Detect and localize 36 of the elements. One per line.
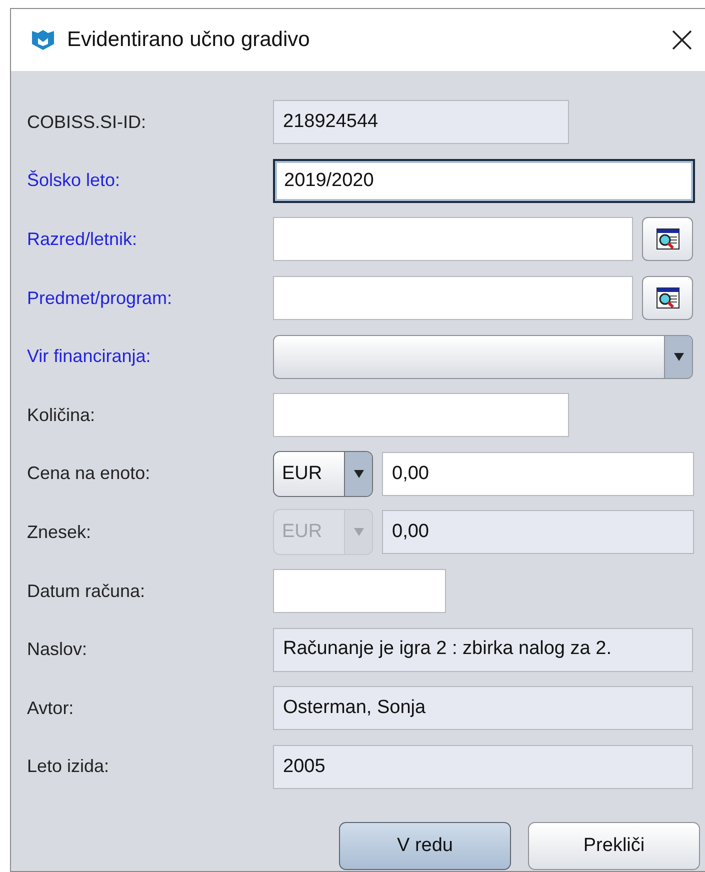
dialog-button[interactable]: V redu: [339, 822, 511, 870]
input-field[interactable]: [273, 393, 569, 438]
currency-dropdown[interactable]: EUR: [273, 450, 373, 497]
input-field[interactable]: 218924544: [273, 100, 569, 144]
field-label: Naslov:: [27, 638, 88, 662]
field-label: Znesek:: [27, 520, 92, 544]
search-list-icon: [656, 228, 680, 250]
input-field[interactable]: 0,00: [382, 452, 694, 496]
input-field[interactable]: [273, 217, 633, 262]
dropdown[interactable]: [273, 334, 693, 379]
caret-icon: [674, 352, 684, 361]
field-label: Količina:: [27, 404, 96, 427]
field-label: Razred/letnik:: [27, 228, 138, 251]
caret-icon: [354, 470, 364, 478]
input-field[interactable]: 2019/2020: [273, 158, 695, 203]
field-label: Datum računa:: [27, 580, 146, 603]
lookup-button[interactable]: [642, 276, 693, 320]
field-label: Šolsko leto:: [27, 169, 122, 192]
input-field[interactable]: [273, 276, 633, 320]
field-label: COBISS.SI-ID:: [27, 110, 148, 134]
field-label: Leto izida:: [27, 755, 110, 778]
app-logo-icon: [31, 29, 55, 51]
lookup-button[interactable]: [642, 217, 693, 262]
field-label: Vir financiranja:: [27, 345, 152, 368]
close-icon[interactable]: [671, 29, 693, 51]
input-field[interactable]: 2005: [273, 744, 693, 789]
input-field[interactable]: Osterman, Sonja: [273, 686, 693, 730]
field-label: Predmet/program:: [27, 286, 174, 310]
caret-icon: [354, 528, 364, 536]
input-field[interactable]: Računanje je igra 2 : zbirka nalog za 2.: [273, 628, 693, 672]
field-label: Avtor:: [27, 696, 75, 720]
field-label: Cena na enoto:: [27, 462, 152, 486]
dialog-button[interactable]: Prekliči: [528, 822, 700, 870]
window-title: Evidentirano učno gradivo: [67, 27, 310, 54]
input-field[interactable]: [273, 569, 446, 614]
search-list-icon: [656, 287, 680, 310]
